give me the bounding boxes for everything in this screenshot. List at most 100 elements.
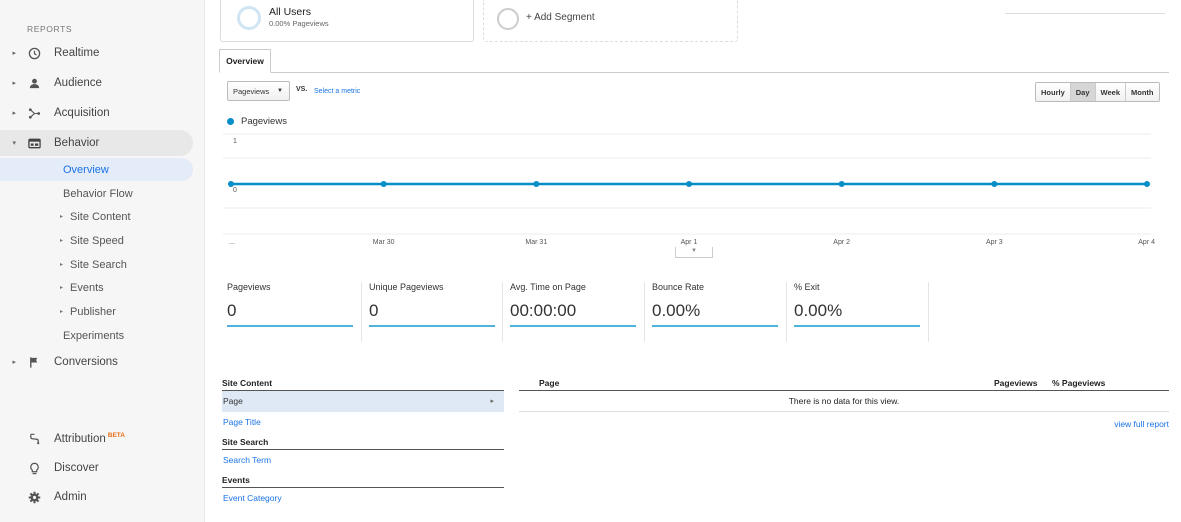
view-full-report-link[interactable]: view full report — [1114, 419, 1169, 429]
vs-label: VS. — [296, 86, 308, 93]
sidebar-subitem-publisher[interactable]: ▸ Publisher — [0, 300, 193, 323]
dimension-row-search-term[interactable]: Search Term — [222, 450, 504, 471]
data-point — [228, 181, 234, 187]
period-month-button[interactable]: Month — [1126, 83, 1159, 101]
lightbulb-icon — [27, 461, 41, 475]
sidebar-item-label: Conversions — [54, 356, 118, 368]
add-segment-label: + Add Segment — [526, 12, 595, 23]
x-tick-label: Apr 1 — [681, 239, 698, 246]
period-hourly-button[interactable]: Hourly — [1036, 83, 1071, 101]
scorecard-value: 0.00% — [794, 301, 843, 320]
select-metric-link[interactable]: Select a metric — [314, 88, 360, 95]
x-tick-label: Apr 3 — [986, 239, 1003, 246]
date-range-area[interactable] — [1005, 6, 1165, 14]
scorecard-sparkline — [794, 325, 920, 327]
sidebar-subitem-site-search[interactable]: ▸ Site Search — [0, 253, 193, 276]
sidebar-item-label: Realtime — [54, 47, 100, 59]
chart-collapse-handle[interactable]: ▼ — [675, 247, 713, 258]
metric-select[interactable]: Pageviews ▼ — [227, 81, 290, 101]
y-tick-label: 0 — [233, 187, 237, 194]
sidebar-subitem-experiments[interactable]: Experiments — [0, 324, 193, 347]
x-tick-label: Mar 30 — [373, 239, 395, 246]
scorecard-avg-time[interactable]: Avg. Time on Page 00:00:00 — [510, 282, 640, 332]
sidebar-item-label: Admin — [54, 491, 87, 503]
scorecard-unique-pageviews[interactable]: Unique Pageviews 0 — [369, 282, 499, 332]
column-header-page[interactable]: Page — [539, 378, 559, 388]
section-header-site-content: Site Content — [222, 377, 504, 391]
sidebar-item-behavior[interactable]: ▾ Behavior — [0, 130, 193, 156]
analytics-app: REPORTS ▸ Realtime ▸ Audience ▸ Acquisit… — [0, 0, 1181, 522]
reports-label: REPORTS — [27, 24, 73, 34]
scorecard-label: Pageviews — [227, 282, 271, 292]
data-table: Page Pageviews % Pageviews There is no d… — [519, 377, 1169, 412]
segment-title: All Users — [269, 6, 312, 18]
person-icon — [27, 76, 41, 90]
attribution-icon — [27, 431, 41, 445]
data-point — [838, 181, 845, 187]
scorecard-divider — [786, 282, 787, 342]
segment-all-users[interactable]: All Users 0.00% Pageviews — [220, 0, 474, 42]
expand-caret-icon: ▸ — [60, 262, 64, 268]
clock-icon — [27, 46, 41, 60]
sidebar-item-label: Audience — [54, 77, 102, 89]
column-header-pageviews[interactable]: Pageviews — [994, 378, 1037, 388]
dimension-row-page[interactable]: Page ▸ — [222, 391, 504, 412]
scorecard-sparkline — [510, 325, 636, 327]
period-day-button[interactable]: Day — [1070, 83, 1096, 101]
sidebar-subitem-site-content[interactable]: ▸ Site Content — [0, 205, 193, 228]
beta-badge: BETA — [107, 431, 125, 439]
sidebar-subitem-behavior-flow[interactable]: Behavior Flow — [0, 182, 193, 205]
tab-divider — [219, 72, 1169, 73]
legend-dot-icon — [227, 118, 234, 125]
data-point — [1144, 181, 1150, 187]
sidebar-item-label: Discover — [54, 462, 99, 474]
sidebar-subitem-label: Overview — [63, 163, 109, 176]
dimension-row-page-title[interactable]: Page Title — [222, 412, 504, 433]
sidebar-item-audience[interactable]: ▸ Audience — [0, 70, 205, 96]
sidebar-item-realtime[interactable]: ▸ Realtime — [0, 40, 205, 66]
sidebar-item-admin[interactable]: Admin — [0, 484, 205, 510]
sidebar-subitem-label: Behavior Flow — [63, 187, 133, 200]
expand-caret-icon: ▸ — [60, 309, 64, 315]
dimension-table: Site Content Page ▸ Page Title Site Sear… — [222, 377, 504, 509]
metric-select-value: Pageviews — [233, 86, 270, 96]
collapse-caret-icon: ▾ — [12, 140, 16, 147]
scorecard-bounce-rate[interactable]: Bounce Rate 0.00% — [652, 282, 782, 332]
segment-subtitle: 0.00% Pageviews — [269, 19, 329, 28]
sidebar-item-attribution[interactable]: Attribution BETA — [0, 425, 205, 451]
period-selector: Hourly Day Week Month — [1035, 82, 1160, 102]
scorecard-pageviews[interactable]: Pageviews 0 — [227, 282, 357, 332]
x-tick-label: Apr 4 — [1138, 239, 1155, 246]
section-header-site-search: Site Search — [222, 436, 504, 450]
sidebar-subitem-label: Site Content — [70, 210, 131, 223]
sidebar-item-acquisition[interactable]: ▸ Acquisition — [0, 100, 205, 126]
sidebar-item-conversions[interactable]: ▸ Conversions — [0, 349, 205, 375]
sidebar-subitem-label: Experiments — [63, 329, 125, 342]
y-tick-label: 1 — [233, 138, 237, 145]
sidebar-subitem-label: Events — [70, 281, 104, 294]
scorecard-label: Avg. Time on Page — [510, 282, 586, 292]
scorecard-label: Unique Pageviews — [369, 282, 444, 292]
gear-icon — [27, 490, 41, 504]
pageviews-line-chart: 1 0... Mar 30 Mar 31 Apr 1 Apr 2 Apr 3 Apr 4 — [223, 133, 1155, 246]
scorecard-sparkline — [369, 325, 495, 327]
expand-caret-icon: ▸ — [60, 285, 64, 291]
sidebar-subitem-overview[interactable]: Overview — [0, 158, 193, 181]
acquisition-icon — [27, 106, 41, 120]
sidebar-subitem-site-speed[interactable]: ▸ Site Speed — [0, 229, 193, 252]
expand-caret-icon: ▸ — [60, 238, 64, 244]
add-segment-card[interactable]: + Add Segment — [483, 0, 738, 42]
column-header-pct-pageviews[interactable]: % Pageviews — [1052, 378, 1105, 388]
section-header-events: Events — [222, 474, 504, 488]
sidebar-item-discover[interactable]: Discover — [0, 455, 205, 481]
dimension-row-event-category[interactable]: Event Category — [222, 488, 504, 509]
period-week-button[interactable]: Week — [1095, 83, 1126, 101]
x-tick-label: Mar 31 — [525, 239, 547, 246]
tab-overview[interactable]: Overview — [219, 49, 271, 73]
data-point — [380, 181, 387, 187]
sidebar-subitem-events[interactable]: ▸ Events — [0, 276, 193, 299]
scorecard-exit[interactable]: % Exit 0.00% — [794, 282, 924, 332]
scorecard-value: 0 — [227, 301, 237, 320]
scorecard-sparkline — [227, 325, 353, 327]
expand-caret-icon: ▸ — [60, 214, 64, 220]
